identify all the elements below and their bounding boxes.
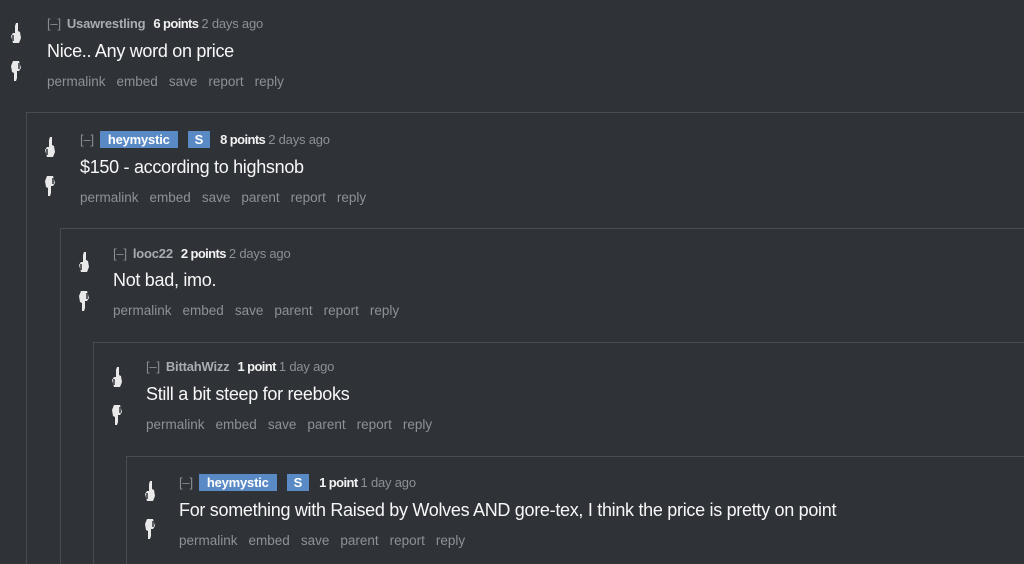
collapse-toggle[interactable]: [–] <box>80 132 94 147</box>
embed-link[interactable]: embed <box>117 74 158 89</box>
timestamp: 2 days ago <box>268 132 330 147</box>
comment-body: Not bad, imo. <box>113 270 217 290</box>
report-link[interactable]: report <box>324 303 359 318</box>
timestamp: 2 days ago <box>201 16 264 31</box>
submitter-flair-badge: S <box>286 474 310 491</box>
reply-link[interactable]: reply <box>337 190 366 205</box>
reply-link[interactable]: reply <box>370 303 399 318</box>
parent-link[interactable]: parent <box>340 533 378 548</box>
comment-body: Still a bit steep for reeboks <box>146 384 350 404</box>
comment-body: Nice.. Any word on price <box>47 41 234 61</box>
reply-link[interactable]: reply <box>436 533 465 548</box>
report-link[interactable]: report <box>390 533 425 548</box>
collapse-toggle[interactable]: [–] <box>146 359 160 374</box>
timestamp: 1 day ago <box>360 475 417 490</box>
downvote-icon[interactable] <box>44 175 56 197</box>
downvote-icon[interactable] <box>111 404 123 426</box>
author-link[interactable]: heymystic <box>99 131 178 148</box>
embed-link[interactable]: embed <box>216 417 257 432</box>
save-link[interactable]: save <box>301 533 330 548</box>
upvote-icon[interactable] <box>44 136 56 158</box>
timestamp: 1 day ago <box>278 359 335 374</box>
comment-body: For something with Raised by Wolves AND … <box>179 500 837 520</box>
report-link[interactable]: report <box>357 417 392 432</box>
comment-actions: permalink embed save parent report reply <box>113 303 410 318</box>
author-link[interactable]: heymystic <box>198 474 277 491</box>
upvote-icon[interactable] <box>144 480 156 502</box>
parent-link[interactable]: parent <box>274 303 312 318</box>
permalink-link[interactable]: permalink <box>113 303 172 318</box>
submitter-flair-badge: S <box>187 131 211 148</box>
comment-actions: permalink embed save parent report reply <box>179 533 476 548</box>
comment-tagline: [–] heymystic S 8 points 2 days ago <box>80 131 330 148</box>
embed-link[interactable]: embed <box>249 533 290 548</box>
save-link[interactable]: save <box>202 190 231 205</box>
comment-tagline: [–] Usawrestling 6 points 2 days ago <box>47 16 263 31</box>
score: 6 points <box>153 16 199 31</box>
parent-link[interactable]: parent <box>241 190 279 205</box>
downvote-icon[interactable] <box>144 518 156 540</box>
parent-link[interactable]: parent <box>307 417 345 432</box>
author-link[interactable]: Usawrestling <box>67 16 146 31</box>
downvote-icon[interactable] <box>78 290 90 312</box>
permalink-link[interactable]: permalink <box>47 74 106 89</box>
comment-tagline: [–] heymystic S 1 point 1 day ago <box>179 474 416 491</box>
comment-actions: permalink embed save report reply <box>47 74 295 89</box>
collapse-toggle[interactable]: [–] <box>47 16 61 31</box>
permalink-link[interactable]: permalink <box>146 417 205 432</box>
collapse-toggle[interactable]: [–] <box>179 475 193 490</box>
save-link[interactable]: save <box>169 74 198 89</box>
report-link[interactable]: report <box>291 190 326 205</box>
report-link[interactable]: report <box>208 74 243 89</box>
timestamp: 2 days ago <box>228 246 291 261</box>
comment-actions: permalink embed save parent report reply <box>80 190 377 205</box>
upvote-icon[interactable] <box>10 22 22 44</box>
reply-link[interactable]: reply <box>255 74 284 89</box>
score: 1 point <box>237 359 276 374</box>
permalink-link[interactable]: permalink <box>80 190 139 205</box>
comment-actions: permalink embed save parent report reply <box>146 417 443 432</box>
comment-tagline: [–] looc22 2 points 2 days ago <box>113 246 291 261</box>
collapse-toggle[interactable]: [–] <box>113 246 127 261</box>
comment-tagline: [–] BittahWizz 1 point 1 day ago <box>146 359 334 374</box>
comment-thread: [–] Usawrestling 6 points 2 days ago Nice.. … <box>0 0 1024 564</box>
upvote-icon[interactable] <box>111 366 123 388</box>
downvote-icon[interactable] <box>10 60 22 82</box>
score: 8 points <box>220 132 266 147</box>
comment-body: $150 - according to highsnob <box>80 157 304 177</box>
embed-link[interactable]: embed <box>183 303 224 318</box>
score: 2 points <box>180 246 227 261</box>
author-link[interactable]: looc22 <box>133 246 173 261</box>
save-link[interactable]: save <box>268 417 297 432</box>
score: 1 point <box>319 475 358 490</box>
author-link[interactable]: BittahWizz <box>166 359 230 374</box>
embed-link[interactable]: embed <box>150 190 191 205</box>
permalink-link[interactable]: permalink <box>179 533 238 548</box>
reply-link[interactable]: reply <box>403 417 432 432</box>
upvote-icon[interactable] <box>78 251 90 273</box>
save-link[interactable]: save <box>235 303 264 318</box>
